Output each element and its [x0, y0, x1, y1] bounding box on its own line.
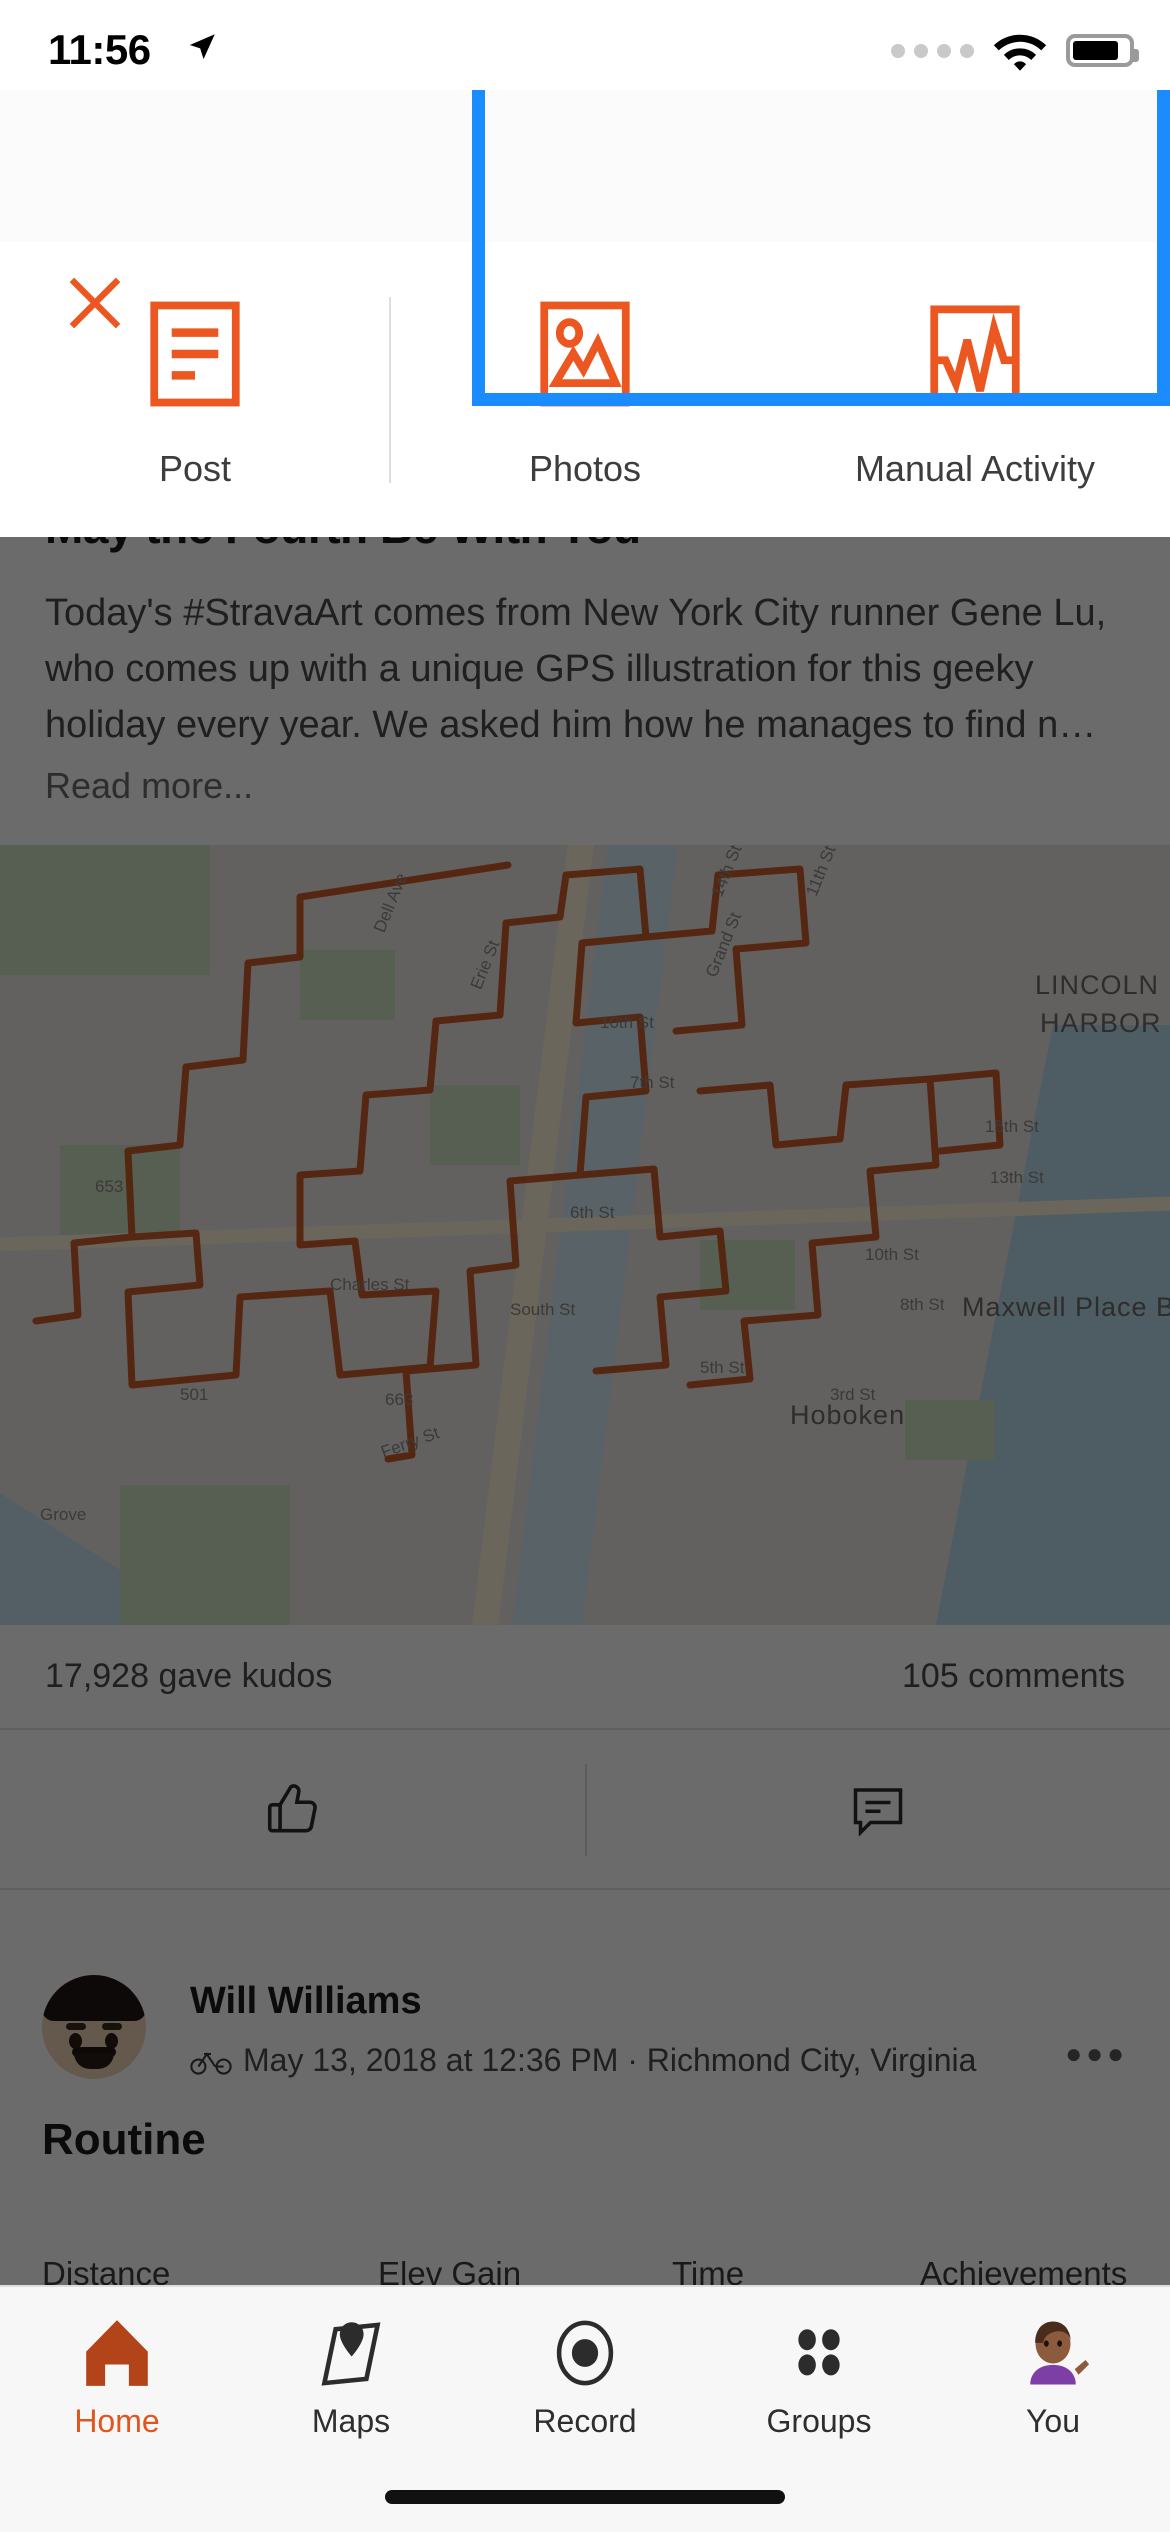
tab-record-label: Record	[533, 2403, 637, 2439]
wifi-icon	[993, 34, 1047, 71]
status-bar: 11:56	[0, 0, 1170, 90]
close-x-icon[interactable]	[62, 270, 128, 336]
map-pin-icon	[309, 2305, 393, 2401]
sheet-tab-manual-activity[interactable]: Manual Activity	[780, 242, 1170, 537]
document-lines-icon	[129, 290, 261, 418]
battery-icon	[1066, 34, 1139, 67]
record-icon	[543, 2305, 627, 2401]
sheet-top-bar	[0, 90, 1170, 242]
modal-dim-overlay[interactable]	[0, 505, 1170, 2532]
sheet-tab-photos[interactable]: Photos	[390, 242, 780, 537]
tab-maps-label: Maps	[311, 2403, 391, 2439]
tab-home[interactable]: Home	[0, 2305, 234, 2465]
home-indicator[interactable]	[385, 2490, 785, 2504]
photo-mountain-icon	[519, 290, 651, 418]
sheet-tab-post-label: Post	[158, 447, 232, 489]
home-icon	[75, 2305, 159, 2401]
signal-dots-icon	[891, 44, 974, 58]
add-activity-sheet: Post Photos Manual Activity	[0, 90, 1170, 537]
sheet-tab-post[interactable]: Post	[0, 242, 390, 537]
tab-groups[interactable]: Groups	[702, 2305, 936, 2465]
battery-fill	[1073, 41, 1119, 60]
tab-maps[interactable]: Maps	[234, 2305, 468, 2465]
sheet-tab-photos-label: Photos	[528, 447, 642, 489]
activity-graph-icon	[909, 290, 1041, 418]
bottom-tab-bar: Home Maps Record Groups You	[0, 2285, 1170, 2532]
status-clock: 11:56	[48, 26, 151, 73]
battery-cap	[1133, 49, 1139, 62]
sheet-tab-manual-activity-label: Manual Activity	[854, 447, 1096, 489]
location-arrow-icon	[189, 34, 215, 60]
tab-you-label: You	[1026, 2403, 1080, 2439]
tab-home-label: Home	[74, 2403, 160, 2439]
you-avatar-icon	[1011, 2305, 1095, 2401]
tab-record[interactable]: Record	[468, 2305, 702, 2465]
groups-icon	[777, 2305, 861, 2401]
tab-groups-label: Groups	[766, 2403, 872, 2439]
tab-you[interactable]: You	[936, 2305, 1170, 2465]
sheet-tab-row: Post Photos Manual Activity	[0, 242, 1170, 537]
